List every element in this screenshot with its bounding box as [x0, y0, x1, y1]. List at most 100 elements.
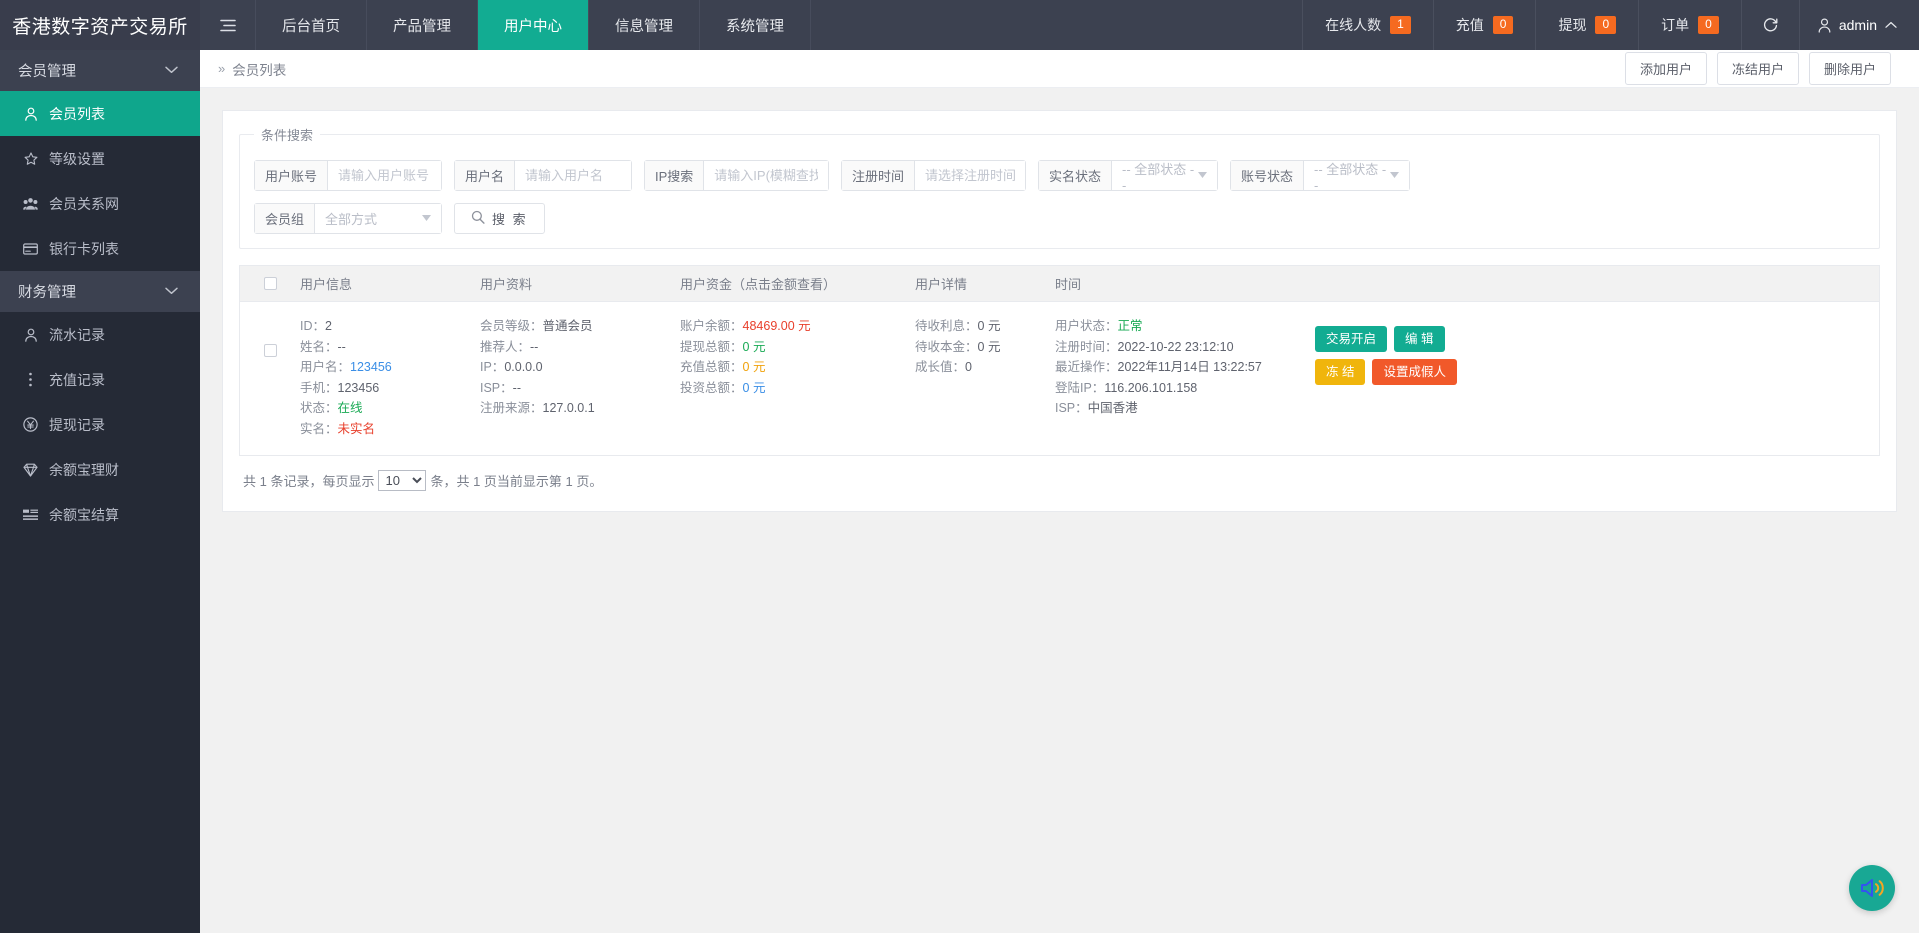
- row-action-button-3[interactable]: 设置成假人: [1372, 359, 1457, 385]
- column-header-funds: 用户资金（点击金额查看）: [680, 274, 915, 293]
- filter-select-4[interactable]: -- 全部状态 --: [1112, 161, 1217, 190]
- person-icon: [22, 328, 39, 342]
- field-key: 最近操作：: [1055, 360, 1118, 374]
- sidebar-item-0-3[interactable]: 银行卡列表: [0, 226, 200, 271]
- field-key: 状态：: [300, 401, 338, 415]
- pager-prefix: 共 1 条记录，每页显示: [243, 471, 374, 490]
- diamond-icon: [22, 463, 39, 477]
- select-all-checkbox[interactable]: [264, 277, 277, 290]
- field-key: 注册时间：: [1055, 340, 1118, 354]
- user-menu[interactable]: admin: [1799, 0, 1919, 50]
- sidebar-item-0-0[interactable]: 会员列表: [0, 91, 200, 136]
- nav-item-2[interactable]: 用户中心: [478, 0, 589, 50]
- stat-item-2[interactable]: 提现0: [1535, 0, 1638, 50]
- header-action-button-0[interactable]: 添加用户: [1625, 52, 1707, 85]
- stat-label: 提现: [1558, 15, 1586, 35]
- stat-item-3[interactable]: 订单0: [1638, 0, 1741, 50]
- field-value: 0 元: [743, 381, 766, 395]
- field-value: 0 元: [743, 360, 766, 374]
- filter-select-6[interactable]: 全部方式: [315, 204, 441, 233]
- field-line: ISP：中国香港: [1055, 398, 1315, 419]
- sidebar-item-label: 银行卡列表: [49, 239, 119, 259]
- stat-item-0[interactable]: 在线人数1: [1302, 0, 1433, 50]
- group-icon: [22, 197, 39, 211]
- column-header-profile: 用户资料: [480, 274, 680, 293]
- nav-item-0[interactable]: 后台首页: [256, 0, 367, 50]
- stat-item-1[interactable]: 充值0: [1433, 0, 1536, 50]
- filter-input-3[interactable]: [915, 161, 1025, 190]
- field-value: 2: [325, 319, 332, 333]
- breadcrumb-chevron-icon: »: [218, 61, 225, 76]
- sidebar-item-1-2[interactable]: 提现记录: [0, 402, 200, 447]
- filter-group-1: 用户名: [454, 160, 632, 191]
- row-action-button-2[interactable]: 冻 结: [1315, 359, 1365, 385]
- nav-item-3[interactable]: 信息管理: [589, 0, 700, 50]
- nav-spacer: [811, 0, 1302, 50]
- sidebar-item-0-1[interactable]: 等级设置: [0, 136, 200, 181]
- field-line: 提现总额：0 元: [680, 337, 915, 358]
- sidebar-item-1-3[interactable]: 余额宝理财: [0, 447, 200, 492]
- sidebar-item-label: 余额宝理财: [49, 460, 119, 480]
- sidebar-group-1[interactable]: 财务管理: [0, 271, 200, 312]
- field-key: 投资总额：: [680, 381, 743, 395]
- filter-select-5[interactable]: -- 全部状态 --: [1304, 161, 1409, 190]
- search-fieldset: 条件搜索 用户账号用户名IP搜索注册时间实名状态-- 全部状态 --账号状态--…: [239, 125, 1880, 249]
- field-key: 会员等级：: [480, 319, 543, 333]
- column-header-user-info: 用户信息: [300, 274, 480, 293]
- filter-input-2[interactable]: [704, 161, 828, 190]
- field-value: 0 元: [978, 340, 1001, 354]
- header-action-button-2[interactable]: 删除用户: [1809, 52, 1891, 85]
- breadcrumb-bar: » 会员列表 添加用户冻结用户删除用户: [200, 50, 1919, 88]
- sidebar-item-0-2[interactable]: 会员关系网: [0, 181, 200, 226]
- field-value[interactable]: 123456: [350, 360, 392, 374]
- sidebar-group-0[interactable]: 会员管理: [0, 50, 200, 91]
- field-line: 推荐人：--: [480, 337, 680, 358]
- filter-input-0[interactable]: [328, 161, 441, 190]
- field-line: 最近操作：2022年11月14日 13:22:57: [1055, 357, 1315, 378]
- sidebar-item-label: 提现记录: [49, 415, 105, 435]
- field-key: ISP：: [1055, 401, 1088, 415]
- per-page-select[interactable]: 102050100: [378, 470, 426, 491]
- nav-item-1[interactable]: 产品管理: [367, 0, 478, 50]
- chevron-up-icon: [1885, 21, 1897, 29]
- field-line: ISP：--: [480, 378, 680, 399]
- search-button[interactable]: 搜 索: [454, 203, 545, 234]
- filter-label: 注册时间: [842, 161, 915, 190]
- field-value: 0: [965, 360, 972, 374]
- field-key: 用户状态：: [1055, 319, 1118, 333]
- field-value: 中国香港: [1088, 401, 1138, 415]
- header-action-button-1[interactable]: 冻结用户: [1717, 52, 1799, 85]
- sidebar-item-1-4[interactable]: 余额宝结算: [0, 492, 200, 537]
- row-action-button-1[interactable]: 编 辑: [1394, 326, 1444, 352]
- nav-item-4[interactable]: 系统管理: [700, 0, 811, 50]
- sidebar-item-1-0[interactable]: 流水记录: [0, 312, 200, 357]
- top-navbar: 香港数字资产交易所 后台首页产品管理用户中心信息管理系统管理 在线人数1充值0提…: [0, 0, 1919, 50]
- chevron-down-icon: [422, 213, 431, 224]
- row-checkbox[interactable]: [264, 344, 277, 357]
- pager-suffix: 条，共 1 页当前显示第 1 页。: [430, 471, 602, 490]
- field-key: 用户名：: [300, 360, 350, 374]
- app-shell: 会员管理会员列表等级设置会员关系网银行卡列表财务管理流水记录充值记录提现记录余额…: [0, 50, 1919, 933]
- field-key: 充值总额：: [680, 360, 743, 374]
- sidebar-item-1-1[interactable]: 充值记录: [0, 357, 200, 402]
- filter-group-0: 用户账号: [254, 160, 442, 191]
- field-key: 实名：: [300, 422, 338, 436]
- filter-label: 用户账号: [255, 161, 328, 190]
- filter-input-1[interactable]: [515, 161, 631, 190]
- field-line: 用户名：123456: [300, 357, 480, 378]
- volume-icon[interactable]: [1849, 865, 1895, 911]
- brand-title: 香港数字资产交易所: [0, 0, 200, 50]
- refresh-icon[interactable]: [1741, 0, 1799, 50]
- nav-item-label: 用户中心: [504, 15, 562, 36]
- search-button-label: 搜 索: [492, 209, 528, 228]
- field-key: 登陆IP：: [1055, 381, 1104, 395]
- row-action-button-0[interactable]: 交易开启: [1315, 326, 1387, 352]
- field-value: --: [338, 340, 346, 354]
- field-line: 充值总额：0 元: [680, 357, 915, 378]
- cell-actions: 交易开启编 辑冻 结设置成假人: [1315, 316, 1879, 385]
- dots-icon: [22, 372, 39, 387]
- hamburger-icon[interactable]: [200, 0, 256, 50]
- field-value: 在线: [338, 401, 363, 415]
- stat-badge: 1: [1390, 16, 1411, 34]
- breadcrumb-actions: 添加用户冻结用户删除用户: [1625, 52, 1891, 85]
